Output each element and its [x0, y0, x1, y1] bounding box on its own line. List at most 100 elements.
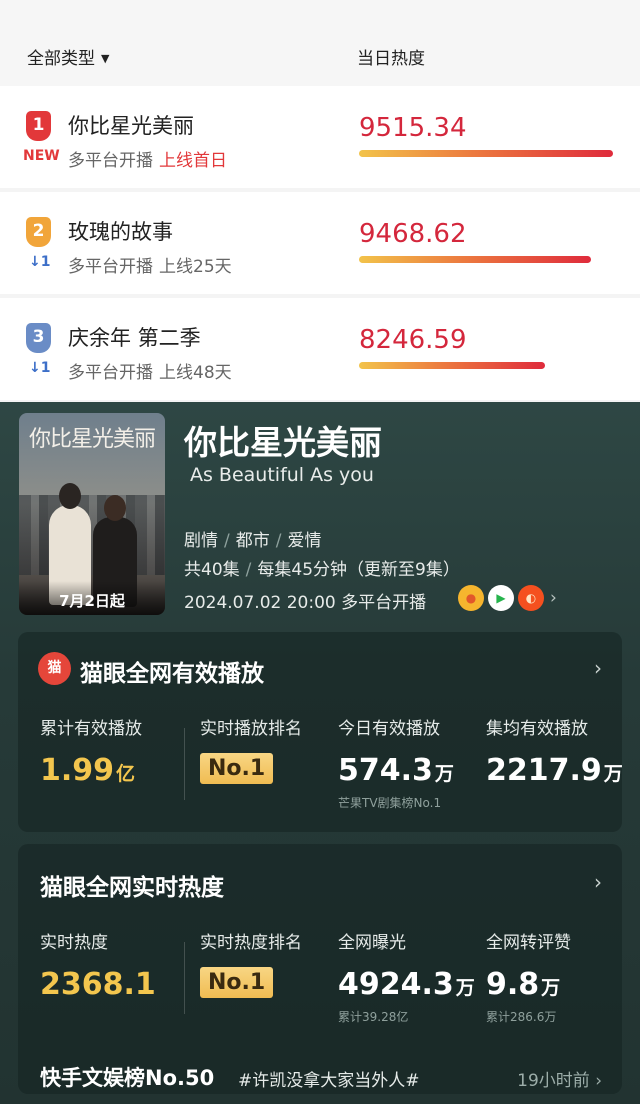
stat-unit: 亿 — [116, 763, 136, 785]
episode-duration: 每集45分钟（更新至9集） — [257, 560, 460, 580]
stat-unit: 万 — [603, 763, 623, 785]
show-title: 庆余年 第二季 — [68, 326, 201, 350]
rank-change-down: ↓1 — [29, 254, 51, 270]
detail-title-en: As Beautiful As you — [190, 464, 374, 486]
show-title: 玫瑰的故事 — [68, 220, 173, 244]
stat-number: 1.99 — [40, 753, 115, 788]
heat-bar — [359, 256, 591, 263]
stat-note: 累计286.6万 — [486, 1010, 557, 1024]
stat-total-playback: 累计有效播放 1.99 亿 — [40, 714, 142, 788]
stat-label: 今日有效播放 — [338, 719, 440, 739]
platform-text: 多平台开播 — [68, 151, 153, 171]
rank-badge: 3 — [26, 323, 51, 353]
stat-label: 全网曝光 — [338, 933, 406, 953]
genre-list: 剧情 / 都市 / 爱情 — [184, 526, 321, 551]
rank-change-down: ↓1 — [29, 360, 51, 376]
youku-icon: ◐ — [518, 585, 544, 611]
days-online: 上线首日 — [159, 151, 227, 171]
hashtag-link[interactable]: #许凯没拿大家当外人# — [238, 1066, 420, 1091]
stat-avg-playback: 集均有效播放 2217.9 万 — [486, 714, 623, 788]
card-title: 猫眼全网有效播放 — [80, 661, 264, 687]
days-online: 上线25天 — [159, 257, 232, 277]
rank-badge: No.1 — [200, 967, 274, 998]
mango-tv-icon: ● — [458, 585, 484, 611]
rank-badge: 1 — [26, 111, 51, 141]
chevron-right-icon[interactable]: › — [550, 588, 557, 608]
show-poster[interactable]: 你比星光美丽 7月2日起 — [19, 413, 165, 615]
poster-date-tag: 7月2日起 — [19, 581, 165, 615]
caret-down-icon: ▼ — [101, 52, 110, 65]
card-title: 猫眼全网实时热度 — [40, 875, 224, 901]
stat-number: 574.3 — [338, 753, 433, 788]
stat-value: 1.99 亿 — [40, 753, 142, 788]
stat-unit: 万 — [455, 977, 475, 999]
stat-note: 累计39.28亿 — [338, 1010, 409, 1024]
chevron-right-icon: › — [595, 1071, 602, 1091]
heat-value: 9468.62 — [359, 219, 467, 249]
show-title: 你比星光美丽 — [68, 114, 194, 138]
stat-value: 574.3 万 — [338, 753, 454, 788]
type-filter-label: 全部类型 — [27, 49, 95, 69]
stat-today-playback: 今日有效播放 574.3 万 芒果TV剧集榜No.1 — [338, 714, 454, 811]
divider — [184, 942, 185, 1014]
ranking-header: 全部类型 ▼ 当日热度 — [0, 0, 640, 86]
show-subtitle: 多平台开播 上线25天 — [68, 252, 232, 277]
timestamp: 19小时前 — [517, 1071, 590, 1091]
stat-value: 2368.1 — [40, 967, 156, 1002]
separator: / — [224, 531, 230, 551]
stat-value: 2217.9 万 — [486, 753, 623, 788]
stat-number: 4924.3 — [338, 967, 454, 1002]
episode-count: 共40集 — [184, 560, 240, 580]
maoyan-logo-icon: 猫 — [38, 652, 71, 685]
ranking-row[interactable]: 2 ↓1 玫瑰的故事 多平台开播 上线25天 9468.62 — [0, 192, 640, 294]
detail-title: 你比星光美丽 — [184, 423, 382, 462]
stat-value: 9.8 万 — [486, 967, 571, 1002]
heat-card[interactable]: 猫眼全网实时热度 › 实时热度 2368.1 实时热度排名 No.1 全网曝光 … — [18, 844, 622, 1094]
separator: / — [245, 560, 252, 580]
genre-tag: 剧情 — [184, 531, 218, 551]
stat-label: 实时热度排名 — [200, 933, 302, 953]
show-detail-panel: 你比星光美丽 7月2日起 你比星光美丽 As Beautiful As you … — [0, 402, 640, 1104]
stat-realtime-rank: 实时播放排名 No.1 — [200, 714, 302, 784]
stat-unit: 万 — [541, 977, 561, 999]
type-filter-dropdown[interactable]: 全部类型 ▼ — [27, 44, 109, 69]
heat-bar — [359, 362, 545, 369]
show-subtitle: 多平台开播 上线48天 — [68, 358, 232, 383]
stat-label: 累计有效播放 — [40, 719, 142, 739]
stat-label: 集均有效播放 — [486, 719, 588, 739]
stat-label: 实时播放排名 — [200, 719, 302, 739]
iqiyi-icon: ▶ — [488, 585, 514, 611]
poster-title: 你比星光美丽 — [29, 427, 156, 452]
show-subtitle: 多平台开播 上线首日 — [68, 146, 227, 171]
stat-unit: 万 — [434, 763, 454, 785]
platform-text: 多平台开播 — [68, 363, 153, 383]
chevron-right-icon[interactable]: › — [594, 656, 602, 680]
ranking-row[interactable]: 1 NEW 你比星光美丽 多平台开播 上线首日 9515.34 — [0, 86, 640, 188]
episode-info: 共40集 / 每集45分钟（更新至9集） — [184, 555, 460, 580]
playback-card[interactable]: 猫 猫眼全网有效播放 › 累计有效播放 1.99 亿 实时播放排名 No.1 今日… — [18, 632, 623, 832]
poster-cityscape — [19, 495, 165, 575]
rank-badge: 2 — [26, 217, 51, 247]
stat-heat-rank: 实时热度排名 No.1 — [200, 928, 302, 998]
separator: / — [275, 531, 282, 551]
divider — [184, 728, 185, 800]
days-online: 上线48天 — [159, 363, 232, 383]
platform-text: 多平台开播 — [68, 257, 153, 277]
heat-column-header: 当日热度 — [357, 49, 425, 69]
genre-tag: 都市 — [235, 531, 270, 551]
stat-number: 2217.9 — [486, 753, 602, 788]
stat-exposure: 全网曝光 4924.3 万 累计39.28亿 — [338, 928, 475, 1025]
chevron-right-icon[interactable]: › — [594, 870, 602, 894]
stat-label: 全网转评赞 — [486, 933, 571, 953]
heat-bar — [359, 150, 613, 157]
ranking-row[interactable]: 3 ↓1 庆余年 第二季 多平台开播 上线48天 8246.59 — [0, 298, 640, 400]
kuaishou-rank-label: 快手文娱榜No.50 — [40, 1066, 215, 1090]
timestamp-link[interactable]: 19小时前 › — [517, 1066, 602, 1091]
rank-change-new: NEW — [23, 148, 60, 164]
stat-label: 实时热度 — [40, 933, 108, 953]
airtime-info: 2024.07.02 20:00 多平台开播 — [184, 593, 427, 613]
stat-value: 4924.3 万 — [338, 967, 475, 1002]
stat-engagement: 全网转评赞 9.8 万 累计286.6万 — [486, 928, 571, 1025]
rank-badge: No.1 — [200, 753, 274, 784]
platform-icons[interactable]: ● ▶ ◐ — [458, 585, 544, 611]
